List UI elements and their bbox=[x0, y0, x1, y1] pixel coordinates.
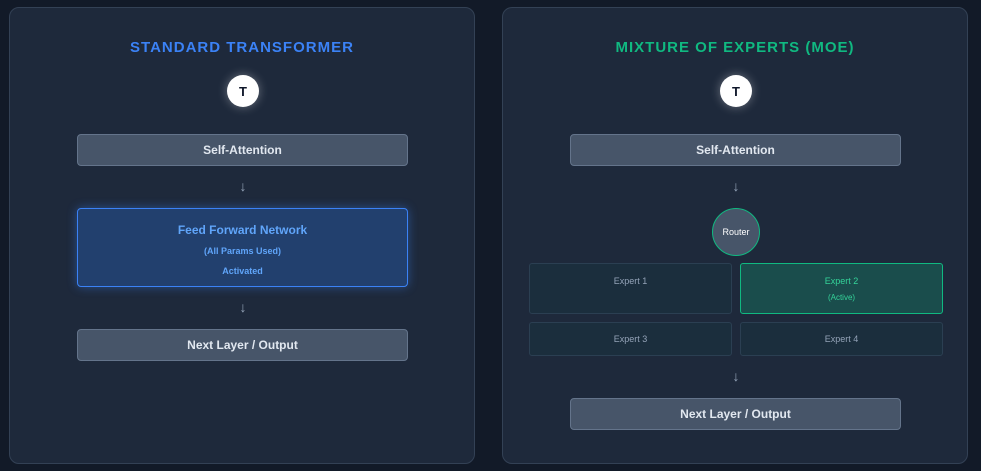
ffn-title: Feed Forward Network bbox=[177, 223, 308, 237]
expert-label: Expert 4 bbox=[824, 334, 859, 344]
ffn-status: Activated bbox=[222, 266, 263, 276]
next-layer-output: Next Layer / Output bbox=[570, 398, 901, 430]
expert-4: Expert 4 bbox=[740, 322, 943, 356]
down-arrow-icon: ↓ bbox=[732, 178, 740, 194]
down-arrow-icon: ↓ bbox=[239, 299, 247, 315]
expert-status: (Active) bbox=[827, 293, 856, 302]
down-arrow-icon: ↓ bbox=[732, 368, 740, 384]
expert-label: Expert 1 bbox=[613, 276, 648, 286]
standard-transformer-panel: STANDARD TRANSFORMER T Self-Attention ↓ … bbox=[9, 7, 475, 464]
self-attention-layer: Self-Attention bbox=[570, 134, 901, 166]
expert-label: Expert 3 bbox=[613, 334, 648, 344]
expert-1: Expert 1 bbox=[529, 263, 732, 314]
self-attention-layer: Self-Attention bbox=[77, 134, 408, 166]
expert-2-active: Expert 2 (Active) bbox=[740, 263, 943, 314]
next-layer-output: Next Layer / Output bbox=[77, 329, 408, 361]
input-token: T bbox=[720, 75, 752, 107]
expert-label: Expert 2 bbox=[824, 276, 859, 286]
standard-transformer-title: STANDARD TRANSFORMER bbox=[130, 39, 354, 56]
feed-forward-network: Feed Forward Network (All Params Used) A… bbox=[77, 208, 408, 287]
moe-panel: MIXTURE OF EXPERTS (MOE) T Self-Attentio… bbox=[502, 7, 968, 464]
down-arrow-icon: ↓ bbox=[239, 178, 247, 194]
router-node: Router bbox=[712, 208, 760, 256]
expert-3: Expert 3 bbox=[529, 322, 732, 356]
ffn-subtitle: (All Params Used) bbox=[203, 246, 282, 256]
moe-title: MIXTURE OF EXPERTS (MOE) bbox=[615, 39, 855, 56]
input-token: T bbox=[227, 75, 259, 107]
